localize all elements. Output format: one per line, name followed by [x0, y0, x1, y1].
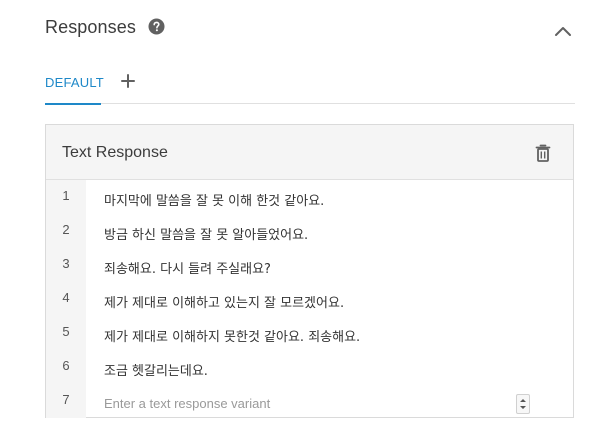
delete-trash-icon[interactable]	[535, 144, 551, 162]
text-response-variant-input[interactable]	[104, 389, 534, 417]
response-text[interactable]: 방금 하신 말씀을 잘 못 알아들었어요.	[104, 224, 308, 243]
response-row[interactable]: 3 죄송해요. 다시 들려 주실래요?	[46, 248, 573, 282]
card-title: Text Response	[62, 144, 168, 161]
response-tabs: DEFAULT	[45, 66, 575, 105]
row-number: 1	[62, 188, 70, 203]
card-header: Text Response	[46, 125, 573, 180]
text-response-card: Text Response 1 마지막에 말씀을 잘 못 이해 한것 같아요. …	[45, 124, 574, 418]
add-tab-plus-icon[interactable]	[121, 74, 135, 88]
collapse-chevron-up-icon[interactable]	[551, 20, 575, 44]
active-tab-indicator	[45, 103, 101, 105]
row-number: 4	[62, 290, 70, 305]
row-number: 7	[62, 392, 70, 407]
new-response-row[interactable]: 7	[46, 384, 573, 418]
row-number: 6	[62, 358, 70, 373]
response-row[interactable]: 2 방금 하신 말씀을 잘 못 알아들었어요.	[46, 214, 573, 248]
tab-default[interactable]: DEFAULT	[45, 66, 104, 105]
tab-default-label: DEFAULT	[45, 75, 104, 90]
row-number: 3	[62, 256, 70, 271]
response-text[interactable]: 죄송해요. 다시 들려 주실래요?	[104, 258, 271, 277]
response-row[interactable]: 4 제가 제대로 이해하고 있는지 잘 모르겠어요.	[46, 282, 573, 316]
row-number: 5	[62, 324, 70, 339]
response-row[interactable]: 6 조금 헷갈리는데요.	[46, 350, 573, 384]
response-text[interactable]: 제가 제대로 이해하고 있는지 잘 모르겠어요.	[104, 292, 344, 311]
response-text[interactable]: 제가 제대로 이해하지 못한것 같아요. 죄송해요.	[104, 326, 360, 345]
resize-spinner-icon[interactable]	[516, 394, 530, 414]
response-text[interactable]: 조금 헷갈리는데요.	[104, 360, 208, 379]
response-row[interactable]: 1 마지막에 말씀을 잘 못 이해 한것 같아요.	[46, 180, 573, 214]
row-number: 2	[62, 222, 70, 237]
responses-header: Responses	[45, 14, 575, 44]
response-text[interactable]: 마지막에 말씀을 잘 못 이해 한것 같아요.	[104, 190, 324, 209]
section-title: Responses	[45, 17, 136, 37]
response-rows: 1 마지막에 말씀을 잘 못 이해 한것 같아요. 2 방금 하신 말씀을 잘 …	[46, 180, 573, 418]
help-icon[interactable]	[148, 18, 165, 35]
response-row[interactable]: 5 제가 제대로 이해하지 못한것 같아요. 죄송해요.	[46, 316, 573, 350]
